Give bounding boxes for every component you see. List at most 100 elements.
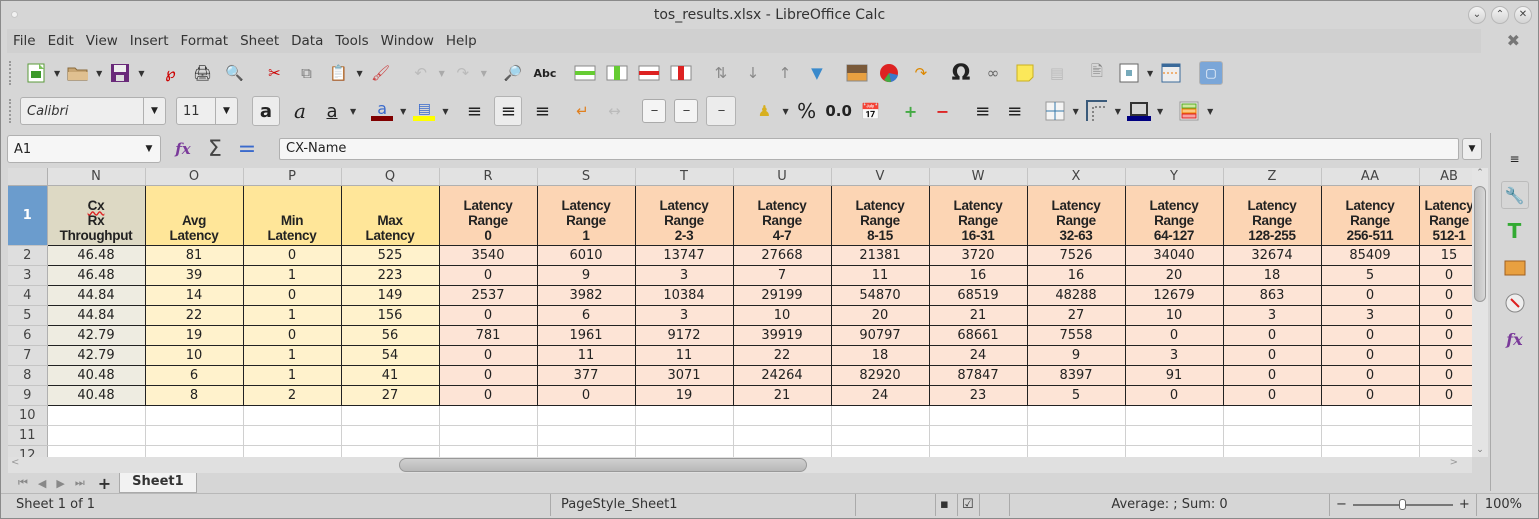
selection-summary[interactable]: Average: ; Sum: 0 [1010, 493, 1330, 516]
cell[interactable]: 1961 [536, 324, 636, 346]
cell[interactable]: 39 [144, 264, 244, 286]
cell[interactable]: 9 [1026, 344, 1126, 366]
header-cell[interactable]: Latency Range 2-3 [634, 184, 734, 246]
cell[interactable]: 18 [1222, 264, 1322, 286]
cell[interactable]: 0 [1124, 324, 1224, 346]
cell[interactable] [47, 445, 146, 457]
cell[interactable] [341, 425, 440, 446]
cell[interactable]: 2537 [438, 284, 538, 306]
cell[interactable] [635, 425, 734, 446]
cell[interactable] [929, 445, 1028, 457]
cell[interactable]: 46.48 [46, 244, 146, 266]
spelling-icon[interactable]: Abc [533, 61, 557, 85]
cell[interactable]: 1 [242, 264, 342, 286]
cell[interactable] [831, 425, 930, 446]
cell[interactable]: 27 [1026, 304, 1126, 326]
delete-decimal-icon[interactable]: − [931, 99, 955, 123]
cell[interactable]: 0 [438, 264, 538, 286]
headers-footers-icon[interactable]: ▤ [1045, 61, 1069, 85]
select-all-corner[interactable] [8, 168, 48, 186]
column-header-w[interactable]: W [929, 168, 1028, 186]
sheet-tab[interactable]: Sheet1 [119, 473, 197, 493]
special-character-icon[interactable]: Ω [949, 61, 973, 86]
scroll-up-icon[interactable]: ⌃ [1472, 168, 1488, 178]
header-cell[interactable]: Latency Range 256-511 [1320, 184, 1420, 246]
row-header[interactable]: 8 [8, 365, 48, 386]
cell[interactable]: 27668 [732, 244, 832, 266]
cell[interactable] [145, 445, 244, 457]
cell[interactable] [341, 445, 440, 457]
cell[interactable]: 0 [438, 304, 538, 326]
menu-edit[interactable]: Edit [42, 33, 80, 49]
cell[interactable] [1321, 425, 1420, 446]
selection-mode-icon[interactable]: ▪ [936, 493, 958, 516]
cell[interactable]: 24 [928, 344, 1028, 366]
cell[interactable]: 6 [144, 364, 244, 386]
cell[interactable]: 1 [242, 304, 342, 326]
cell[interactable] [47, 425, 146, 446]
cell[interactable]: 13747 [634, 244, 734, 266]
horizontal-scrollbar[interactable]: < > [8, 457, 1472, 473]
navigator-icon[interactable] [1501, 289, 1529, 317]
zoom-in-icon[interactable]: + [1459, 497, 1470, 512]
highlighting-color-icon[interactable]: ▤ [412, 99, 436, 123]
cell[interactable] [145, 425, 244, 446]
cell[interactable]: 19 [634, 384, 734, 406]
cell[interactable]: 0 [536, 384, 636, 406]
cell[interactable]: 22 [144, 304, 244, 326]
cell[interactable] [1125, 405, 1224, 426]
cell[interactable]: 2 [242, 384, 342, 406]
zoom-slider[interactable] [1352, 498, 1453, 510]
center-vertically-icon[interactable]: ─ [674, 99, 699, 123]
cell[interactable]: 11 [830, 264, 930, 286]
cell[interactable]: 81 [144, 244, 244, 266]
zoom-level[interactable]: 100% [1477, 497, 1522, 512]
cell[interactable] [537, 405, 636, 426]
cell[interactable]: 68661 [928, 324, 1028, 346]
insert-chart-icon[interactable] [877, 61, 901, 85]
function-wizard-icon[interactable]: fx [171, 137, 195, 161]
cell[interactable]: 6010 [536, 244, 636, 266]
cell[interactable]: 0 [1222, 324, 1322, 346]
insert-column-icon[interactable] [605, 61, 629, 85]
delete-column-icon[interactable] [669, 61, 693, 85]
header-cell[interactable]: Latency Range 512-1 [1418, 184, 1472, 246]
header-cell[interactable]: Avg Latency [144, 184, 244, 246]
header-cell[interactable]: Latency Range 8-15 [830, 184, 930, 246]
font-name-dropdown[interactable]: ▼ [143, 98, 165, 124]
font-size-dropdown[interactable]: ▼ [215, 98, 237, 124]
cell[interactable] [1125, 445, 1224, 457]
column-header-n[interactable]: N [47, 168, 146, 186]
undo-icon[interactable]: ↶ [409, 61, 433, 85]
header-cell[interactable]: Latency Range 64-127 [1124, 184, 1224, 246]
add-sheet-icon[interactable]: + [98, 474, 111, 493]
cell[interactable]: 22 [732, 344, 832, 366]
column-header-r[interactable]: R [439, 168, 538, 186]
cell[interactable]: 3071 [634, 364, 734, 386]
cell[interactable]: 525 [340, 244, 440, 266]
cell[interactable]: 149 [340, 284, 440, 306]
cell[interactable]: 56 [340, 324, 440, 346]
expand-formula-bar-button[interactable]: ▼ [1462, 138, 1482, 160]
autofilter-icon[interactable]: ▼ [805, 61, 829, 85]
cell[interactable]: 18 [830, 344, 930, 366]
cell[interactable]: 91 [1124, 364, 1224, 386]
cell[interactable] [145, 405, 244, 426]
cell[interactable]: 10 [1124, 304, 1224, 326]
cell[interactable]: 0 [242, 284, 342, 306]
cell[interactable]: 90797 [830, 324, 930, 346]
date-format-icon[interactable]: 📅 [859, 99, 883, 123]
font-color-dropdown[interactable]: ▼ [400, 107, 406, 116]
cell[interactable]: 3 [1320, 304, 1420, 326]
cell[interactable]: 82920 [830, 364, 930, 386]
name-box-value[interactable]: A1 [8, 142, 138, 157]
copy-icon[interactable]: ⧉ [294, 61, 318, 85]
cell[interactable]: 223 [340, 264, 440, 286]
percent-icon[interactable]: % [795, 99, 819, 123]
column-header-y[interactable]: Y [1125, 168, 1224, 186]
cell[interactable]: 863 [1222, 284, 1322, 306]
align-center-icon[interactable]: ≡ [494, 96, 523, 126]
cell[interactable]: 19 [144, 324, 244, 346]
cell[interactable]: 9172 [634, 324, 734, 346]
zoom-out-icon[interactable]: − [1336, 497, 1347, 512]
